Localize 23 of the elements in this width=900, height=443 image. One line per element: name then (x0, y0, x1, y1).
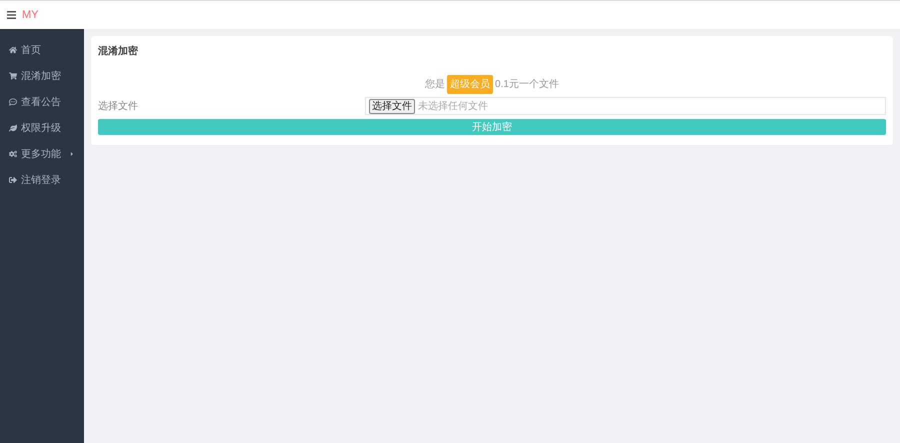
home-icon (9, 46, 17, 54)
notice-text: 0.1元一个文件 (495, 78, 559, 92)
cart-icon (9, 72, 17, 80)
notice-text: 您是 (425, 78, 446, 92)
menu-icon[interactable] (7, 11, 16, 19)
file-field[interactable]: 选择文件 未选择任何文件 (365, 97, 886, 115)
choose-file-button[interactable]: 选择文件 (369, 98, 415, 114)
leaf-icon (9, 124, 17, 132)
panel-title: 混淆加密 (98, 44, 139, 59)
gears-icon (9, 150, 17, 158)
sidebar-item[interactable]: 更多功能 (0, 141, 84, 167)
logout-icon (9, 176, 17, 184)
sidebar-item[interactable]: 权限升级 (0, 115, 84, 141)
sidebar-item[interactable]: 查看公告 (0, 89, 84, 115)
file-status: 未选择任何文件 (418, 100, 488, 114)
logo: MY (22, 8, 38, 23)
member-badge: 超级会员 (447, 75, 494, 94)
sidebar-item[interactable]: 注销登录 (0, 167, 84, 193)
chat-icon (9, 98, 17, 106)
file-label: 选择文件 (98, 100, 139, 114)
sidebar-item[interactable]: 首页 (0, 37, 84, 63)
sidebar-item[interactable]: 混淆加密 (0, 63, 84, 89)
caret-icon (69, 151, 75, 157)
